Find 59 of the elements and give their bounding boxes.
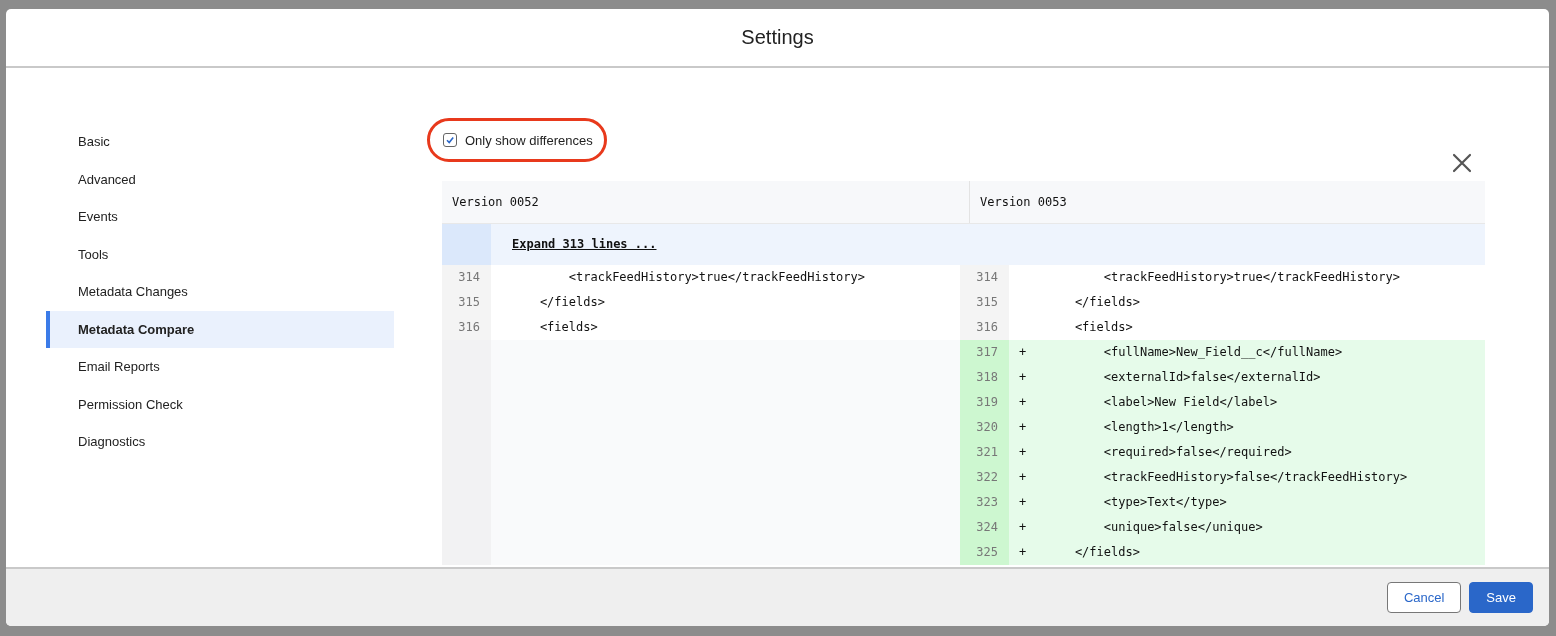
line-number: 319 [960,390,1009,415]
save-button[interactable]: Save [1469,582,1533,613]
code-line: <externalId>false</externalId> [1102,369,1321,386]
line-number: 320 [960,415,1009,440]
column-header: Version 0052 [442,181,970,223]
checkbox-label: Only show differences [465,132,593,148]
line-number: 325 [960,540,1009,565]
line-number: 323 [960,490,1009,515]
code-line: </fields> [1073,294,1140,311]
code-line: <label>New Field</label> [1102,394,1278,411]
code-line: <fullName>New_Field__c</fullName> [1102,344,1343,361]
added-sign: + [1019,419,1028,436]
sidebar-item[interactable]: Basic [46,123,394,161]
added-sign: + [1019,444,1028,461]
added-sign: + [1019,394,1028,411]
code-line: <required>false</required> [1102,444,1292,461]
line-number: 315 [960,290,1009,315]
line-number: 324 [960,515,1009,540]
code-line: </fields> [1073,544,1140,561]
code-line: </fields> [538,294,605,311]
line-number: 316 [960,315,1009,340]
close-icon[interactable] [1452,153,1472,173]
added-sign: + [1019,344,1028,361]
added-sign: + [1019,519,1028,536]
code-line: <unique>false</unique> [1102,519,1263,536]
checkbox[interactable] [443,133,457,147]
line-number: 316 [442,315,491,340]
line-number: 321 [960,440,1009,465]
expand-link[interactable]: Expand 313 lines ... [491,224,657,265]
code-line: <fields> [538,319,598,336]
checkmark-icon [445,135,455,145]
sidebar-item[interactable]: Diagnostics [46,423,394,461]
sidebar-item[interactable]: Email Reports [46,348,394,386]
code-line: <trackFeedHistory>true</trackFeedHistory> [567,269,865,286]
cancel-button[interactable]: Cancel [1386,582,1462,613]
line-number: 318 [960,365,1009,390]
dialog-title: Settings [741,26,814,49]
sidebar-item[interactable]: Events [46,198,394,236]
code-line: <trackFeedHistory>false</trackFeedHistory> [1102,469,1408,486]
code-line: <type>Text</type> [1102,494,1227,511]
line-number: 314 [442,265,491,290]
line-number: 322 [960,465,1009,490]
added-sign: + [1019,544,1028,561]
added-sign: + [1019,494,1028,511]
expand-gutter [442,224,491,265]
code-line: <length>1</length> [1102,419,1234,436]
sidebar-item[interactable]: Metadata Compare [46,310,394,348]
sidebar-item[interactable]: Tools [46,235,394,273]
column-header: Version 0053 [979,194,1068,211]
added-sign: + [1019,469,1028,486]
added-sign: + [1019,369,1028,386]
line-number: 314 [960,265,1009,290]
line-number: 317 [960,340,1009,365]
code-line: <trackFeedHistory>true</trackFeedHistory> [1102,269,1400,286]
code-line: <fields> [1073,319,1133,336]
sidebar-item[interactable]: Metadata Changes [46,273,394,311]
line-number: 315 [442,290,491,315]
sidebar-item[interactable]: Permission Check [46,385,394,423]
sidebar-item[interactable]: Advanced [46,160,394,198]
